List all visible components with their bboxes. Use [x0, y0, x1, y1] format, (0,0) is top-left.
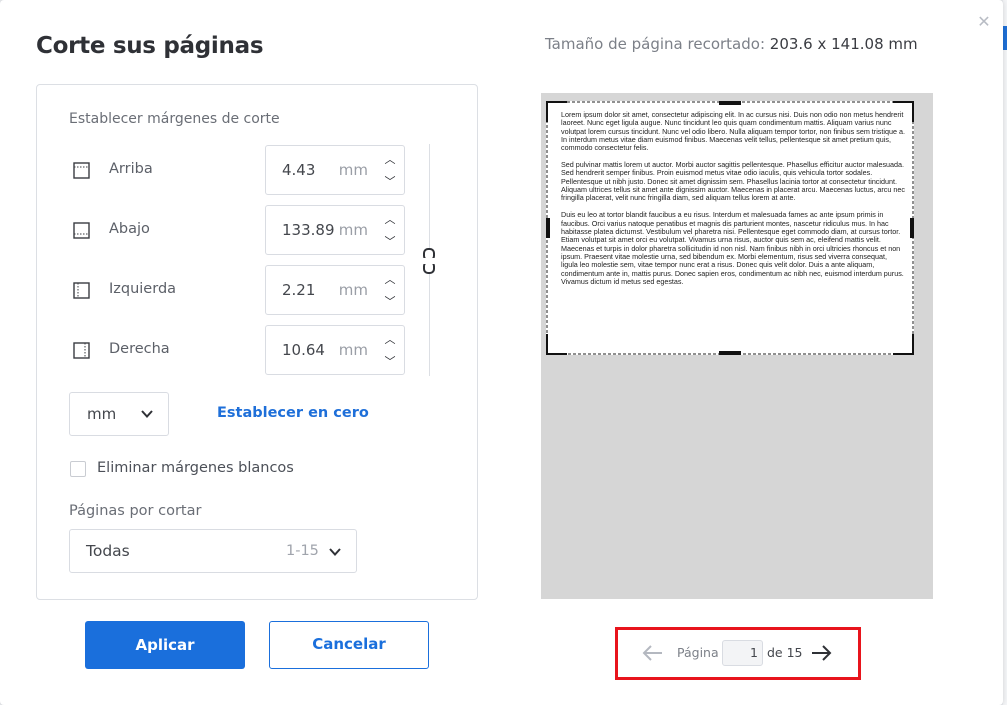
margin-value-top[interactable]: 4.43 — [282, 161, 315, 179]
pager-label: Página — [677, 645, 719, 660]
chevron-down-icon[interactable]: ﹀ — [382, 355, 398, 369]
chevron-up-icon[interactable]: ︿ — [382, 213, 398, 227]
margin-label-right: Derecha — [109, 341, 170, 357]
margin-top-icon — [73, 162, 90, 179]
arrow-right-icon[interactable] — [810, 644, 832, 662]
crop-handle-bottom — [719, 351, 741, 355]
chain-link-icon[interactable] — [421, 248, 437, 274]
page-number-input[interactable]: 1 — [722, 640, 763, 666]
margin-right-icon — [73, 342, 90, 359]
cancel-button[interactable]: Cancelar — [269, 621, 429, 669]
pages-to-crop-label: Páginas por cortar — [69, 503, 202, 519]
cropped-size-info: Tamaño de página recortado: 203.6 x 141.… — [545, 35, 918, 53]
margin-label-left: Izquierda — [109, 281, 177, 297]
margin-value-right[interactable]: 10.64 — [282, 341, 325, 359]
cropped-size-label: Tamaño de página recortado: — [545, 35, 765, 53]
margin-bottom-icon — [73, 222, 90, 239]
chevron-up-icon[interactable]: ︿ — [382, 333, 398, 347]
remove-white-margins-checkbox[interactable] — [70, 461, 86, 477]
crop-frame[interactable] — [546, 101, 914, 355]
margin-input-bottom[interactable]: 133.89 mm ︿ ﹀ — [265, 205, 405, 255]
margin-label-top: Arriba — [109, 161, 153, 177]
unit-select[interactable]: mm — [69, 392, 169, 436]
chevron-down-icon[interactable]: ﹀ — [382, 175, 398, 189]
crop-handle-bottom-left — [546, 334, 567, 355]
margin-row-bottom: Abajo 133.89 mm ︿ ﹀ — [36, 205, 406, 255]
margin-unit-bottom: mm — [338, 221, 368, 239]
chevron-up-icon[interactable]: ︿ — [382, 273, 398, 287]
margin-unit-left: mm — [338, 281, 368, 299]
cropped-size-value: 203.6 x 141.08 mm — [769, 35, 918, 53]
margin-left-icon — [73, 282, 90, 299]
close-icon[interactable]: ✕ — [976, 14, 992, 30]
margin-row-top: Arriba 4.43 mm ︿ ﹀ — [36, 145, 406, 195]
arrow-left-icon[interactable] — [642, 644, 664, 662]
pages-select[interactable]: Todas 1-15 — [69, 529, 357, 573]
margin-label-bottom: Abajo — [109, 221, 150, 237]
crop-handle-bottom-right — [893, 334, 914, 355]
margin-value-bottom[interactable]: 133.89 — [282, 221, 335, 239]
margin-value-left[interactable]: 2.21 — [282, 281, 315, 299]
chevron-down-icon[interactable]: ﹀ — [382, 235, 398, 249]
chevron-up-icon[interactable]: ︿ — [382, 153, 398, 167]
apply-button[interactable]: Aplicar — [85, 621, 245, 669]
reset-margins-link[interactable]: Establecer en cero — [217, 405, 369, 421]
margin-row-right: Derecha 10.64 mm ︿ ﹀ — [36, 325, 406, 375]
chevron-down-icon[interactable]: ﹀ — [382, 295, 398, 309]
margins-section-label: Establecer márgenes de corte — [69, 111, 280, 127]
crop-handle-top — [719, 101, 741, 105]
remove-white-margins-label[interactable]: Eliminar márgenes blancos — [97, 460, 294, 476]
crop-handle-top-right — [893, 101, 914, 122]
chevron-down-icon — [329, 548, 341, 556]
margin-unit-right: mm — [338, 341, 368, 359]
margin-input-left[interactable]: 2.21 mm ︿ ﹀ — [265, 265, 405, 315]
pages-select-range: 1-15 — [286, 543, 319, 559]
dialog-title: Corte sus páginas — [36, 33, 264, 59]
pager-total: de 15 — [767, 645, 803, 660]
crop-handle-right — [910, 218, 914, 238]
margin-input-right[interactable]: 10.64 mm ︿ ﹀ — [265, 325, 405, 375]
chevron-down-icon — [141, 410, 153, 418]
margin-input-top[interactable]: 4.43 mm ︿ ﹀ — [265, 145, 405, 195]
crop-handle-top-left — [546, 101, 567, 122]
backdrop-accent — [1003, 26, 1007, 50]
margin-row-left: Izquierda 2.21 mm ︿ ﹀ — [36, 265, 406, 315]
margin-unit-top: mm — [338, 161, 368, 179]
unit-select-value: mm — [87, 405, 117, 423]
pages-select-value: Todas — [86, 542, 130, 560]
backdrop-edge — [1003, 0, 1007, 705]
crop-dialog: ✕ Corte sus páginas Tamaño de página rec… — [0, 0, 1003, 705]
crop-handle-left — [546, 218, 550, 238]
